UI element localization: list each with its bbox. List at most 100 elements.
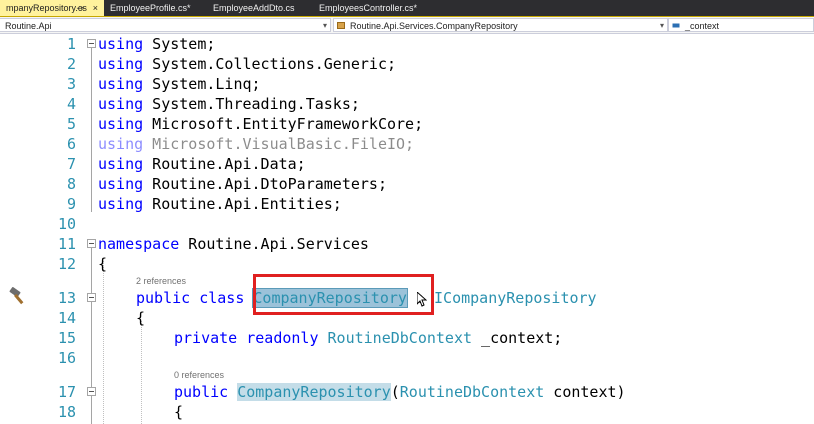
document-tab-bar: mpanyRepository.cs ⊸ × EmployeeProfile.c… — [0, 0, 814, 17]
code-line: 17 public CompanyRepository(RoutineDbCon… — [0, 382, 814, 402]
project-dropdown[interactable]: Routine.Api ▾ — [0, 18, 331, 32]
tab-employee-add-dto[interactable]: EmployeeAddDto.cs — [207, 0, 313, 16]
code-text: namespace Routine.Api.Services — [98, 234, 369, 254]
highlight-annotation-box — [253, 274, 434, 315]
identifier: Microsoft.VisualBasic.FileIO; — [143, 135, 415, 153]
tab-employees-controller[interactable]: EmployeesController.cs* — [313, 0, 443, 16]
line-number: 14 — [57, 309, 76, 327]
code-line: 3 using System.Linq; — [0, 74, 814, 94]
identifier: Routine.Api.Entities; — [143, 195, 342, 213]
keyword: using — [98, 175, 144, 193]
identifier: System.Linq; — [143, 75, 261, 93]
keyword: using — [98, 35, 144, 53]
pin-icon[interactable]: ⊸ — [76, 0, 84, 16]
code-text: using Routine.Api.Entities; — [98, 194, 342, 214]
code-text: { — [98, 255, 108, 273]
keyword: using — [98, 135, 144, 153]
collapse-icon[interactable] — [87, 39, 96, 48]
collapse-icon[interactable] — [87, 239, 96, 248]
line-number: 16 — [57, 349, 76, 367]
class-label: Routine.Api.Services.CompanyRepository — [350, 21, 518, 31]
line-number: 4 — [66, 95, 76, 113]
code-line: 11 namespace Routine.Api.Services — [0, 234, 814, 254]
keyword: class — [199, 289, 245, 307]
code-text: using Microsoft.EntityFrameworkCore; — [98, 114, 423, 134]
code-text: using Routine.Api.Data; — [98, 154, 306, 174]
line-number: 8 — [66, 175, 76, 193]
code-text: private readonly RoutineDbContext _conte… — [174, 328, 562, 348]
line-number: 6 — [66, 135, 76, 153]
code-text: using System.Linq; — [98, 74, 261, 94]
line-number: 13 — [57, 289, 76, 307]
collapse-icon[interactable] — [87, 387, 96, 396]
tab-label: EmployeeProfile.cs* — [110, 3, 191, 13]
type-name: RoutineDbContext — [399, 383, 545, 401]
code-text: using Microsoft.VisualBasic.FileIO; — [98, 134, 414, 154]
line-number: 18 — [57, 403, 76, 421]
code-line-unused: 6 using Microsoft.VisualBasic.FileIO; — [0, 134, 814, 154]
keyword: using — [98, 155, 144, 173]
code-text: using System.Threading.Tasks; — [98, 94, 360, 114]
code-line: 16 — [0, 348, 814, 368]
line-number: 9 — [66, 195, 76, 213]
member-label: _context — [685, 21, 720, 31]
class-icon — [337, 22, 345, 29]
code-text: public CompanyRepository(RoutineDbContex… — [174, 382, 626, 402]
codelens-references[interactable]: 0 references — [174, 370, 224, 380]
close-icon[interactable]: × — [93, 0, 98, 16]
line-number: 7 — [66, 155, 76, 173]
line-number: 3 — [66, 75, 76, 93]
code-line: 7 using Routine.Api.Data; — [0, 154, 814, 174]
code-text: using System.Collections.Generic; — [98, 54, 396, 74]
code-line: 4 using System.Threading.Tasks; — [0, 94, 814, 114]
keyword: using — [98, 115, 144, 133]
keyword: public — [136, 289, 191, 307]
identifier: System.Threading.Tasks; — [143, 95, 360, 113]
tab-label: EmployeeAddDto.cs — [213, 3, 295, 13]
codelens-references[interactable]: 2 references — [136, 276, 186, 286]
line-number: 10 — [57, 215, 76, 233]
keyword: using — [98, 195, 144, 213]
identifier: _context; — [472, 329, 563, 347]
chevron-down-icon[interactable]: ▾ — [660, 19, 664, 31]
keyword: readonly — [246, 329, 319, 347]
code-line: 9 using Routine.Api.Entities; — [0, 194, 814, 214]
keyword: public — [174, 383, 229, 401]
line-number: 11 — [57, 235, 76, 253]
tab-label: EmployeesController.cs* — [319, 3, 418, 13]
code-editor[interactable]: 1 using System; 2 using System.Collectio… — [0, 34, 814, 424]
line-number: 17 — [57, 383, 76, 401]
code-line: 18 { — [0, 402, 814, 422]
line-number: 5 — [66, 115, 76, 133]
identifier: Routine.Api.Data; — [143, 155, 306, 173]
code-line: 15 private readonly RoutineDbContext _co… — [0, 328, 814, 348]
code-line: 8 using Routine.Api.DtoParameters; — [0, 174, 814, 194]
code-text: using System; — [98, 34, 215, 54]
keyword: namespace — [98, 235, 180, 253]
keyword: private — [174, 329, 238, 347]
keyword: using — [98, 55, 144, 73]
interface-name: ICompanyRepository — [434, 289, 597, 307]
collapse-icon[interactable] — [87, 293, 96, 302]
identifier: System; — [143, 35, 216, 53]
code-line: 2 using System.Collections.Generic; — [0, 54, 814, 74]
code-line: 1 using System; — [0, 34, 814, 54]
line-number: 1 — [66, 35, 76, 53]
identifier: System.Collections.Generic; — [143, 55, 397, 73]
field-icon — [672, 23, 680, 28]
identifier: Microsoft.EntityFrameworkCore; — [143, 115, 424, 133]
line-number: 15 — [57, 329, 76, 347]
code-line: 12 { — [0, 254, 814, 274]
code-text: { — [174, 403, 184, 421]
member-dropdown[interactable]: _context — [668, 18, 814, 32]
identifier: Routine.Api.DtoParameters; — [143, 175, 387, 193]
navigation-bar: Routine.Api ▾ Routine.Api.Services.Compa… — [0, 17, 814, 34]
tab-company-repository[interactable]: mpanyRepository.cs ⊸ × — [0, 0, 104, 16]
chevron-down-icon[interactable]: ▾ — [323, 19, 327, 31]
code-text: { — [136, 309, 146, 327]
punctuation: ( — [390, 383, 400, 401]
tab-employee-profile[interactable]: EmployeeProfile.cs* — [104, 0, 207, 16]
tab-label: mpanyRepository.cs — [6, 3, 87, 13]
code-text: using Routine.Api.DtoParameters; — [98, 174, 387, 194]
class-dropdown[interactable]: Routine.Api.Services.CompanyRepository ▾ — [333, 18, 668, 32]
